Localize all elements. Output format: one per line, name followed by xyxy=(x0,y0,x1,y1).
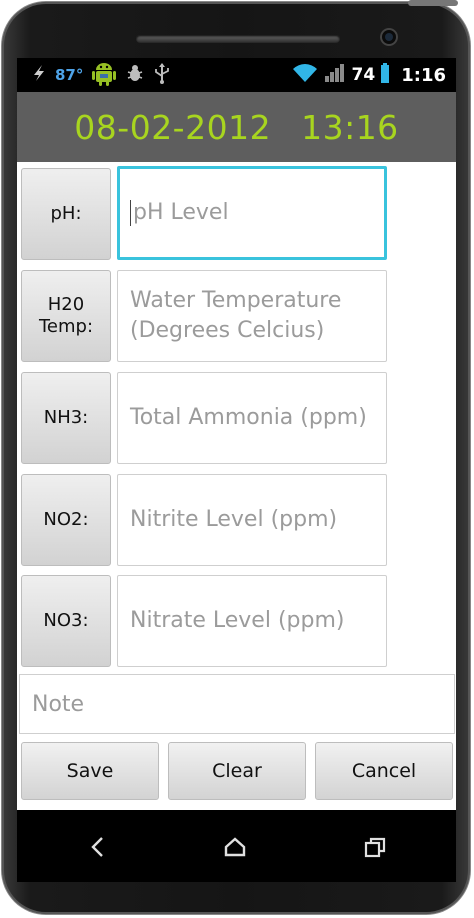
signal-icon xyxy=(324,63,346,87)
front-camera xyxy=(380,28,398,46)
recent-apps-icon[interactable] xyxy=(360,832,390,862)
earpiece-speaker xyxy=(136,35,340,43)
ph-placeholder: pH Level xyxy=(133,200,229,225)
no2-label: NO2: xyxy=(43,509,89,530)
no3-label-button[interactable]: NO3: xyxy=(21,575,111,667)
status-time: 1:16 xyxy=(401,64,446,86)
form-row-nh3: NH3: Total Ammonia (ppm) xyxy=(17,366,456,464)
text-caret xyxy=(130,200,131,226)
wifi-icon xyxy=(292,63,318,87)
header-date: 08-02-2012 xyxy=(74,107,272,147)
ph-label-button[interactable]: pH: xyxy=(21,168,111,260)
bug-icon xyxy=(125,63,145,87)
temperature-text: 87° xyxy=(55,66,84,84)
cancel-button[interactable]: Cancel xyxy=(315,742,453,800)
nh3-label-button[interactable]: NH3: xyxy=(21,372,111,464)
ammonia-input[interactable]: Total Ammonia (ppm) xyxy=(117,372,387,464)
action-bar: Save Clear Cancel xyxy=(17,740,456,804)
note-placeholder: Note xyxy=(32,691,85,717)
form-row-water-temp: H20 Temp: Water Temperature (Degrees Cel… xyxy=(17,264,456,362)
power-button xyxy=(408,0,458,6)
no3-label: NO3: xyxy=(43,610,89,631)
bolt-icon xyxy=(31,64,47,86)
battery-icon xyxy=(381,63,390,87)
status-right: 74 1:16 xyxy=(292,58,446,92)
save-button[interactable]: Save xyxy=(21,742,159,800)
usb-icon xyxy=(153,62,171,88)
android-icon xyxy=(91,59,117,91)
screen: 87° 74 1:16 08-02-2012 13:16 pH: pH Leve… xyxy=(17,58,456,810)
nitrate-input[interactable]: Nitrate Level (ppm) xyxy=(117,575,387,667)
clear-button[interactable]: Clear xyxy=(168,742,306,800)
nh3-label: NH3: xyxy=(43,407,89,428)
form-row-ph: pH: pH Level xyxy=(17,162,456,260)
note-input[interactable]: Note xyxy=(19,674,455,734)
nitrate-placeholder: Nitrate Level (ppm) xyxy=(130,608,345,633)
form-row-no3: NO3: Nitrate Level (ppm) xyxy=(17,569,456,667)
battery-level-text: 74 xyxy=(351,65,376,85)
water-temp-label: H20 Temp: xyxy=(38,294,94,337)
form-row-no2: NO2: Nitrite Level (ppm) xyxy=(17,468,456,566)
header-bar: 08-02-2012 13:16 xyxy=(17,92,456,162)
ph-input[interactable]: pH Level xyxy=(117,166,387,260)
nitrite-input[interactable]: Nitrite Level (ppm) xyxy=(117,474,387,566)
navigation-bar xyxy=(17,810,456,882)
status-bar: 87° 74 1:16 xyxy=(17,58,456,92)
ammonia-placeholder: Total Ammonia (ppm) xyxy=(130,405,367,430)
ph-label: pH: xyxy=(50,203,82,224)
back-icon[interactable] xyxy=(83,832,113,862)
water-temp-placeholder: Water Temperature (Degrees Celcius) xyxy=(130,288,342,343)
water-temp-label-button[interactable]: H20 Temp: xyxy=(21,270,111,362)
water-temp-input[interactable]: Water Temperature (Degrees Celcius) xyxy=(117,270,387,362)
status-left: 87° xyxy=(31,58,171,92)
header-time: 13:16 xyxy=(301,107,399,147)
home-icon[interactable] xyxy=(220,832,250,862)
no2-label-button[interactable]: NO2: xyxy=(21,474,111,566)
nitrite-placeholder: Nitrite Level (ppm) xyxy=(130,507,338,532)
